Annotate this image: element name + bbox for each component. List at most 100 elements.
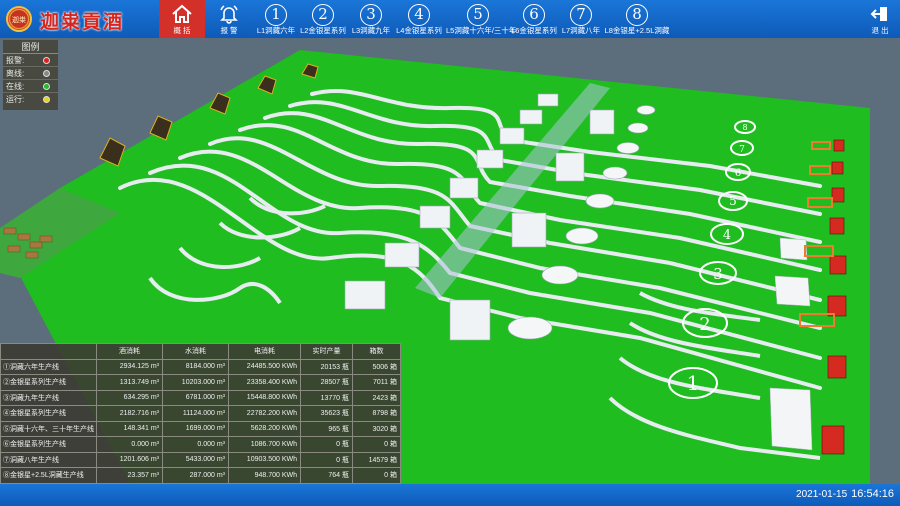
- legend-label: 在线:: [6, 82, 25, 91]
- date-text: 2021-01-15: [796, 489, 848, 500]
- tab-line-6-label: L6金银星系列: [511, 26, 557, 35]
- legend-label: 离线:: [6, 69, 25, 78]
- output-value: 764 瓶: [300, 467, 353, 484]
- floor-number-4: 4: [723, 228, 731, 243]
- line-name: ⑧金银星+2.5L洞藏生产线: [0, 467, 97, 484]
- power-value: 10903.500 KWh: [228, 451, 301, 468]
- water-value: 5433.000 m³: [162, 451, 229, 468]
- output-value: 28507 瓶: [300, 374, 353, 391]
- line-name: ①洞藏六年生产线: [0, 358, 97, 375]
- top-navigation-bar: 迦粜 迦粜貢酒 概 括 报 警 1 L1洞藏六年 2 L2金银星系列 3 L3洞…: [0, 0, 900, 38]
- table-row[interactable]: ②金银星系列生产线 1313.749 m³ 10203.000 m³ 23358…: [0, 374, 401, 391]
- tab-line-8-label: L8金银星+2.5L洞藏: [604, 26, 670, 35]
- table-row[interactable]: ③洞藏九年生产线 634.295 m³ 6781.000 m³ 15448.80…: [0, 389, 401, 406]
- column-header-liquor: 酒消耗: [96, 343, 163, 360]
- tab-line-1[interactable]: 1 L1洞藏六年: [255, 0, 297, 38]
- tab-line-2[interactable]: 2 L2金银星系列: [298, 0, 348, 38]
- power-value: 24485.500 KWh: [228, 358, 301, 375]
- legend-label: 报警:: [6, 56, 25, 65]
- water-value: 0.000 m³: [162, 436, 229, 453]
- liquor-value: 0.000 m³: [96, 436, 163, 453]
- liquor-value: 1313.749 m³: [96, 374, 163, 391]
- water-value: 1699.000 m³: [162, 420, 229, 437]
- running-status-dot-icon: [43, 96, 50, 103]
- output-value: 13770 瓶: [300, 389, 353, 406]
- cases-value: 0 箱: [352, 467, 401, 484]
- output-value: 35623 瓶: [300, 405, 353, 422]
- output-value: 0 瓶: [300, 436, 353, 453]
- tab-line-3[interactable]: 3 L3洞藏九年: [349, 0, 393, 38]
- production-stats-panel: 酒消耗 水消耗 电消耗 实时产量 箱数 ①洞藏六年生产线 2934.125 m³…: [0, 343, 401, 484]
- floor-number-3: 3: [713, 265, 723, 283]
- tab-line-7-label: L7洞藏八年: [561, 26, 601, 35]
- offline-status-dot-icon: [43, 70, 50, 77]
- line-5-number: 5: [467, 4, 489, 26]
- legend-label: 运行:: [6, 95, 25, 104]
- line-name: ⑥金银星系列生产线: [0, 436, 97, 453]
- cases-value: 5006 箱: [352, 358, 401, 375]
- liquor-value: 23.357 m³: [96, 467, 163, 484]
- home-icon: [159, 3, 205, 25]
- exit-icon: [862, 3, 898, 25]
- tab-line-2-label: L2金银星系列: [300, 26, 346, 35]
- bell-icon: [210, 3, 248, 25]
- power-value: 5628.200 KWh: [228, 420, 301, 437]
- time-text: 16:54:16: [851, 488, 894, 500]
- table-row[interactable]: ④金银星系列生产线 2182.716 m³ 11124.000 m³ 22782…: [0, 405, 401, 422]
- line-name: ⑦洞藏八年生产线: [0, 451, 97, 468]
- exit-button[interactable]: 退 出: [862, 0, 898, 38]
- line-3-number: 3: [360, 4, 382, 26]
- power-value: 15448.800 KWh: [228, 389, 301, 406]
- cases-value: 2423 箱: [352, 389, 401, 406]
- legend-item-running: 运行:: [3, 93, 58, 106]
- tab-alarm[interactable]: 报 警: [210, 0, 248, 38]
- output-value: 20153 瓶: [300, 358, 353, 375]
- cases-value: 8798 箱: [352, 405, 401, 422]
- liquor-value: 1201.606 m³: [96, 451, 163, 468]
- tab-overview[interactable]: 概 括: [159, 0, 205, 38]
- water-value: 11124.000 m³: [162, 405, 229, 422]
- legend-item-offline: 离线:: [3, 67, 58, 80]
- tab-line-6[interactable]: 6 L6金银星系列: [511, 0, 557, 38]
- cases-value: 14579 箱: [352, 451, 401, 468]
- production-stats-table: 酒消耗 水消耗 电消耗 实时产量 箱数 ①洞藏六年生产线 2934.125 m³…: [0, 343, 401, 484]
- water-value: 6781.000 m³: [162, 389, 229, 406]
- line-name: ⑤洞藏十六年、三十年生产线: [0, 420, 97, 437]
- floor-number-8: 8: [742, 123, 747, 132]
- table-row[interactable]: ⑧金银星+2.5L洞藏生产线 23.357 m³ 287.000 m³ 948.…: [0, 467, 401, 484]
- floor-number-6: 6: [735, 168, 741, 179]
- line-1-number: 1: [265, 4, 287, 26]
- table-row[interactable]: ①洞藏六年生产线 2934.125 m³ 8184.000 m³ 24485.5…: [0, 358, 401, 375]
- tab-alarm-label: 报 警: [220, 26, 238, 35]
- floor-number-7: 7: [739, 145, 745, 155]
- datetime-display: 2021-01-15 16:54:16: [796, 488, 894, 500]
- line-name: ④金银星系列生产线: [0, 405, 97, 422]
- alarm-status-dot-icon: [43, 57, 50, 64]
- brand-seal-icon: 迦粜: [6, 6, 32, 32]
- tab-line-5-label: L5洞藏十六年/三十年: [446, 26, 517, 35]
- floor-number-5: 5: [729, 194, 737, 208]
- line-8-number: 8: [626, 4, 648, 26]
- liquor-value: 2182.716 m³: [96, 405, 163, 422]
- tab-line-7[interactable]: 7 L7洞藏八年: [559, 0, 603, 38]
- table-row[interactable]: ⑦洞藏八年生产线 1201.606 m³ 5433.000 m³ 10903.5…: [0, 451, 401, 468]
- tab-line-4[interactable]: 4 L4金银星系列: [394, 0, 444, 38]
- line-4-number: 4: [408, 4, 430, 26]
- floor-number-1: 1: [687, 371, 700, 395]
- line-name: ②金银星系列生产线: [0, 374, 97, 391]
- liquor-value: 634.295 m³: [96, 389, 163, 406]
- table-row[interactable]: ⑤洞藏十六年、三十年生产线 148.341 m³ 1699.000 m³ 562…: [0, 420, 401, 437]
- power-value: 23358.400 KWh: [228, 374, 301, 391]
- legend-panel: 图例 报警: 离线: 在线: 运行:: [3, 40, 58, 110]
- tab-line-8[interactable]: 8 L8金银星+2.5L洞藏: [604, 0, 670, 38]
- legend-item-alarm: 报警:: [3, 54, 58, 67]
- column-header: [0, 343, 97, 360]
- brand-name: 迦粜貢酒: [40, 11, 125, 33]
- online-status-dot-icon: [43, 83, 50, 90]
- line-name: ③洞藏九年生产线: [0, 389, 97, 406]
- column-header-power: 电消耗: [228, 343, 301, 360]
- status-bar: 2021-01-15 16:54:16: [0, 484, 900, 506]
- table-header-row: 酒消耗 水消耗 电消耗 实时产量 箱数: [0, 343, 401, 360]
- tab-line-5[interactable]: 5 L5洞藏十六年/三十年: [446, 0, 517, 38]
- table-row[interactable]: ⑥金银星系列生产线 0.000 m³ 0.000 m³ 1086.700 KWh…: [0, 436, 401, 453]
